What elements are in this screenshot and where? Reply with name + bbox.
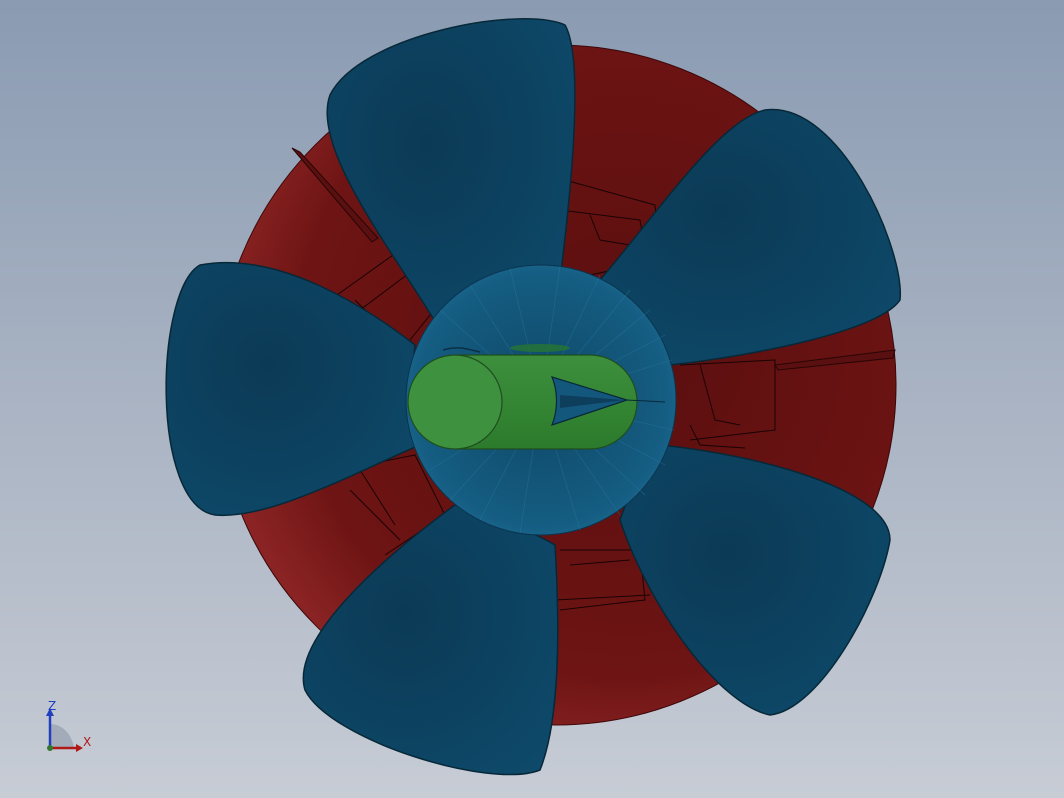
triad-plane-shading (50, 724, 74, 748)
triad-origin (47, 745, 53, 751)
z-axis-label: Z (48, 699, 56, 713)
axis-triad: Z X (46, 699, 91, 752)
3d-viewport[interactable] (0, 0, 1064, 798)
x-axis-arrow-icon (76, 744, 83, 752)
x-axis-label: X (83, 735, 91, 749)
